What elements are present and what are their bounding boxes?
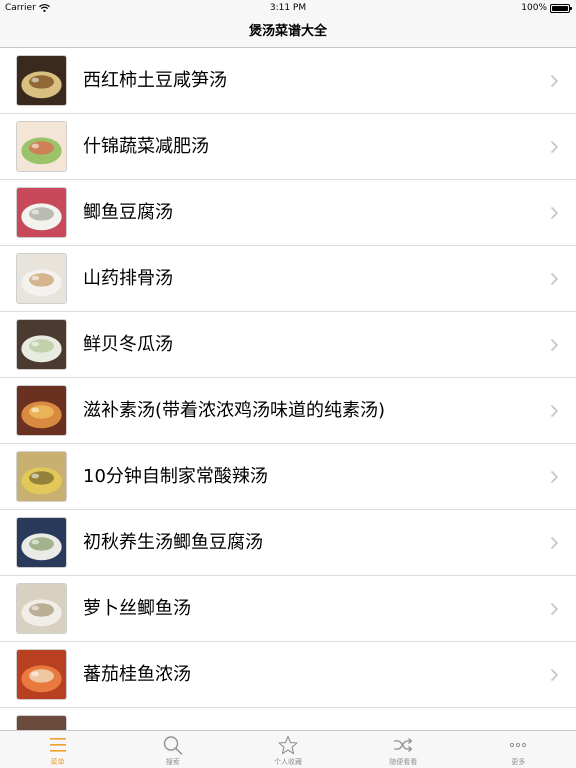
- recipe-row[interactable]: 什锦蔬菜减肥汤: [0, 114, 576, 180]
- recipe-title: 初秋养生汤鲫鱼豆腐汤: [83, 532, 263, 553]
- recipe-title: 蕃茄桂鱼浓汤: [83, 664, 191, 685]
- recipe-row[interactable]: [0, 708, 576, 730]
- menu-icon: [49, 738, 66, 752]
- search-icon: [163, 736, 183, 755]
- recipe-row[interactable]: 萝卜丝鲫鱼汤: [0, 576, 576, 642]
- battery-percent: 100%: [521, 3, 547, 13]
- chevron-right-icon: [551, 207, 558, 219]
- recipe-thumbnail: [16, 451, 67, 502]
- chevron-right-icon: [551, 471, 558, 483]
- shuffle-icon: [394, 738, 413, 752]
- recipe-title: 萝卜丝鲫鱼汤: [83, 598, 191, 619]
- chevron-right-icon: [551, 669, 558, 681]
- recipe-thumbnail: [16, 517, 67, 568]
- chevron-right-icon: [551, 75, 558, 87]
- tab-star[interactable]: 个人收藏: [230, 731, 345, 768]
- recipe-row[interactable]: 蕃茄桂鱼浓汤: [0, 642, 576, 708]
- tab-label: 随便看看: [389, 758, 418, 766]
- recipe-thumbnail: [16, 649, 67, 700]
- recipe-row[interactable]: 鲜贝冬瓜汤: [0, 312, 576, 378]
- tab-label: 个人收藏: [274, 758, 302, 766]
- recipe-title: 鲜贝冬瓜汤: [83, 334, 173, 355]
- star-icon: [278, 735, 298, 755]
- recipe-row[interactable]: 滋补素汤(带着浓浓鸡汤味道的纯素汤): [0, 378, 576, 444]
- chevron-right-icon: [551, 537, 558, 549]
- recipe-thumbnail: [16, 187, 67, 238]
- tab-label: 搜索: [165, 758, 180, 766]
- battery-group: 100%: [521, 0, 572, 16]
- status-time: 3:11 PM: [269, 3, 307, 13]
- recipe-thumbnail: [16, 715, 67, 730]
- recipe-thumbnail: [16, 319, 67, 370]
- tab-label: 菜单: [50, 758, 65, 766]
- chevron-right-icon: [551, 339, 558, 351]
- recipe-title: 山药排骨汤: [83, 268, 173, 289]
- recipe-thumbnail: [16, 583, 67, 634]
- page-title: 煲汤菜谱大全: [248, 24, 327, 39]
- recipe-title: 鲫鱼豆腐汤: [83, 202, 173, 223]
- tab-label: 更多: [511, 758, 526, 766]
- tab-more[interactable]: 更多: [461, 731, 576, 768]
- recipe-thumbnail: [16, 253, 67, 304]
- recipe-list[interactable]: 西红柿土豆咸笋汤 什锦蔬菜减肥汤 鲫鱼豆腐汤山药排骨汤鲜贝冬瓜汤滋补素汤(带着浓浓鸡…: [0, 48, 576, 730]
- chevron-right-icon: [551, 405, 558, 417]
- recipe-title: 10分钟自制家常酸辣汤: [83, 466, 268, 487]
- tab-shuffle[interactable]: 随便看看: [346, 731, 461, 768]
- tab-menu[interactable]: 菜单: [0, 731, 115, 768]
- recipe-thumbnail: [16, 385, 67, 436]
- recipe-thumbnail: [16, 121, 67, 172]
- recipe-title: 什锦蔬菜减肥汤: [83, 136, 209, 157]
- recipe-title: 西红柿土豆咸笋汤: [83, 70, 227, 91]
- tab-search[interactable]: 搜索: [115, 731, 230, 768]
- chevron-right-icon: [551, 273, 558, 285]
- recipe-title: 滋补素汤(带着浓浓鸡汤味道的纯素汤): [83, 400, 386, 421]
- recipe-row[interactable]: 山药排骨汤: [0, 246, 576, 312]
- recipe-row[interactable]: 鲫鱼豆腐汤: [0, 180, 576, 246]
- recipe-row[interactable]: 10分钟自制家常酸辣汤: [0, 444, 576, 510]
- status-bar: Carrier 3:11 PM 100%: [0, 0, 576, 16]
- navigation-bar: 煲汤菜谱大全: [0, 16, 576, 48]
- chevron-right-icon: [551, 603, 558, 615]
- recipe-title: [83, 708, 536, 730]
- chevron-right-icon: [551, 141, 558, 153]
- tab-bar: 菜单 搜索 个人收藏 随便看看 更多: [0, 730, 576, 768]
- recipe-thumbnail: [16, 55, 67, 106]
- more-icon: [510, 742, 527, 748]
- recipe-row[interactable]: 西红柿土豆咸笋汤: [0, 48, 576, 114]
- battery-icon: [550, 3, 572, 13]
- recipe-row[interactable]: 初秋养生汤鲫鱼豆腐汤: [0, 510, 576, 576]
